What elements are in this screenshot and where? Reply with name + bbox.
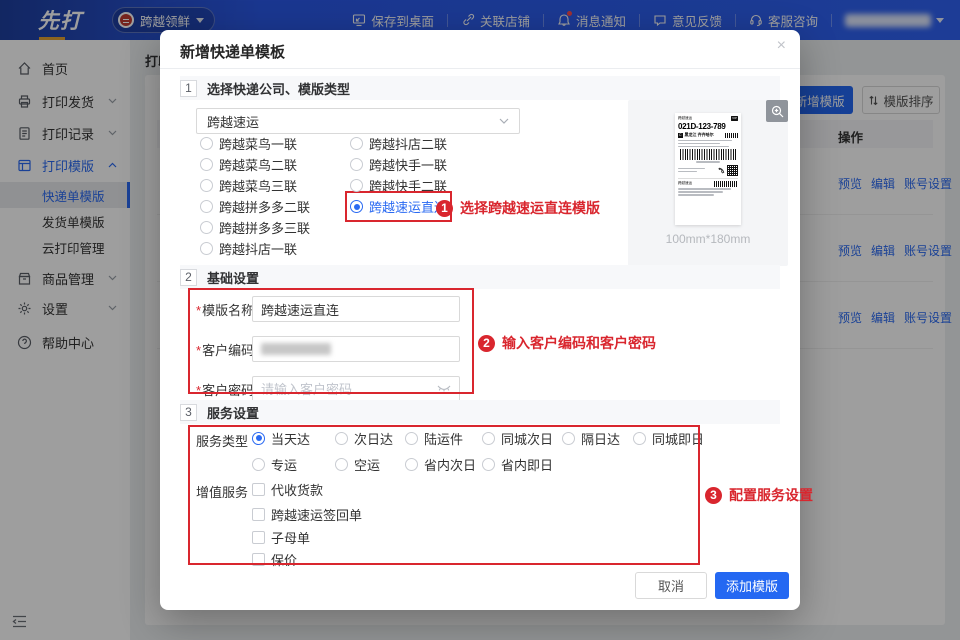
- section-number: 2: [180, 269, 197, 286]
- radio-option[interactable]: 跨越抖店二联: [350, 133, 447, 154]
- section-title: 选择快递公司、模版类型: [207, 79, 350, 98]
- waybill-region: 黑龙江 齐齐哈尔: [685, 132, 714, 138]
- zoom-in-button[interactable]: [766, 100, 788, 122]
- barcode: [680, 149, 736, 160]
- annotation-box-2: [188, 288, 474, 394]
- radio-icon: [200, 221, 213, 234]
- template-options-column-1: 跨越菜鸟一联 跨越菜鸟二联 跨越菜鸟三联 跨越拼多多二联 跨越拼多多三联 跨越抖…: [200, 133, 310, 259]
- radio-icon: [350, 158, 363, 171]
- section-1-header: 1 选择快递公司、模版类型: [180, 76, 780, 100]
- radio-icon: [200, 179, 213, 192]
- radio-option[interactable]: 跨越拼多多二联: [200, 196, 310, 217]
- section-2-header: 2 基础设置: [180, 265, 780, 289]
- radio-icon: [350, 179, 363, 192]
- close-icon[interactable]: ×: [777, 38, 786, 54]
- template-preview-panel: 跨越速运 VIP 021D-123-789 C 黑龙江 齐齐哈尔: [628, 100, 788, 266]
- cancel-button[interactable]: 取消: [635, 572, 707, 599]
- annotation-3: 3 配置服务设置: [705, 485, 813, 505]
- select-value: 跨越速运: [207, 112, 259, 131]
- phone-icon: [718, 167, 725, 174]
- radio-option-selected[interactable]: 跨越速运直连: [350, 196, 447, 217]
- submit-add-template-button[interactable]: 添加模版: [715, 572, 789, 599]
- add-waybill-template-modal: 新增快递单模板 × 1 选择快递公司、模版类型 跨越速运 跨越菜鸟一联 跨越菜鸟…: [160, 30, 800, 610]
- template-options-column-2: 跨越抖店二联 跨越快手一联 跨越快手二联 跨越速运直连: [350, 133, 447, 217]
- waybill-number: 021D-123-789: [678, 122, 738, 131]
- mini-barcode: [714, 181, 738, 187]
- mini-barcode: [725, 133, 738, 138]
- section-title: 基础设置: [207, 268, 259, 287]
- radio-icon: [200, 242, 213, 255]
- annotation-box-3: [188, 425, 700, 565]
- magnifier-plus-icon: [771, 105, 784, 118]
- radio-option[interactable]: 跨越快手二联: [350, 175, 447, 196]
- radio-option[interactable]: 跨越菜鸟一联: [200, 133, 310, 154]
- express-company-select[interactable]: 跨越速运: [196, 108, 520, 134]
- section-title: 服务设置: [207, 403, 259, 422]
- radio-option[interactable]: 跨越菜鸟二联: [200, 154, 310, 175]
- section-number: 1: [180, 80, 197, 97]
- radio-icon: [200, 158, 213, 171]
- radio-option[interactable]: 跨越菜鸟三联: [200, 175, 310, 196]
- radio-icon: [350, 137, 363, 150]
- section-number: 3: [180, 404, 197, 421]
- radio-option[interactable]: 跨越拼多多三联: [200, 217, 310, 238]
- template-size-label: 100mm*180mm: [628, 232, 788, 246]
- chevron-down-icon: [499, 118, 509, 124]
- annotation-2: 2 输入客户编码和客户密码: [478, 333, 656, 353]
- qr-code: [727, 165, 738, 176]
- divider: [160, 68, 800, 69]
- annotation-1: 1 选择跨越速运直连模版: [436, 198, 600, 218]
- modal-title: 新增快递单模板: [180, 41, 285, 62]
- radio-icon: [200, 200, 213, 213]
- waybill-preview: 跨越速运 VIP 021D-123-789 C 黑龙江 齐齐哈尔: [675, 113, 741, 225]
- section-3-header: 3 服务设置: [180, 400, 780, 424]
- radio-icon-checked: [350, 200, 363, 213]
- radio-option[interactable]: 跨越快手一联: [350, 154, 447, 175]
- radio-icon: [200, 137, 213, 150]
- radio-option[interactable]: 跨越抖店一联: [200, 238, 310, 259]
